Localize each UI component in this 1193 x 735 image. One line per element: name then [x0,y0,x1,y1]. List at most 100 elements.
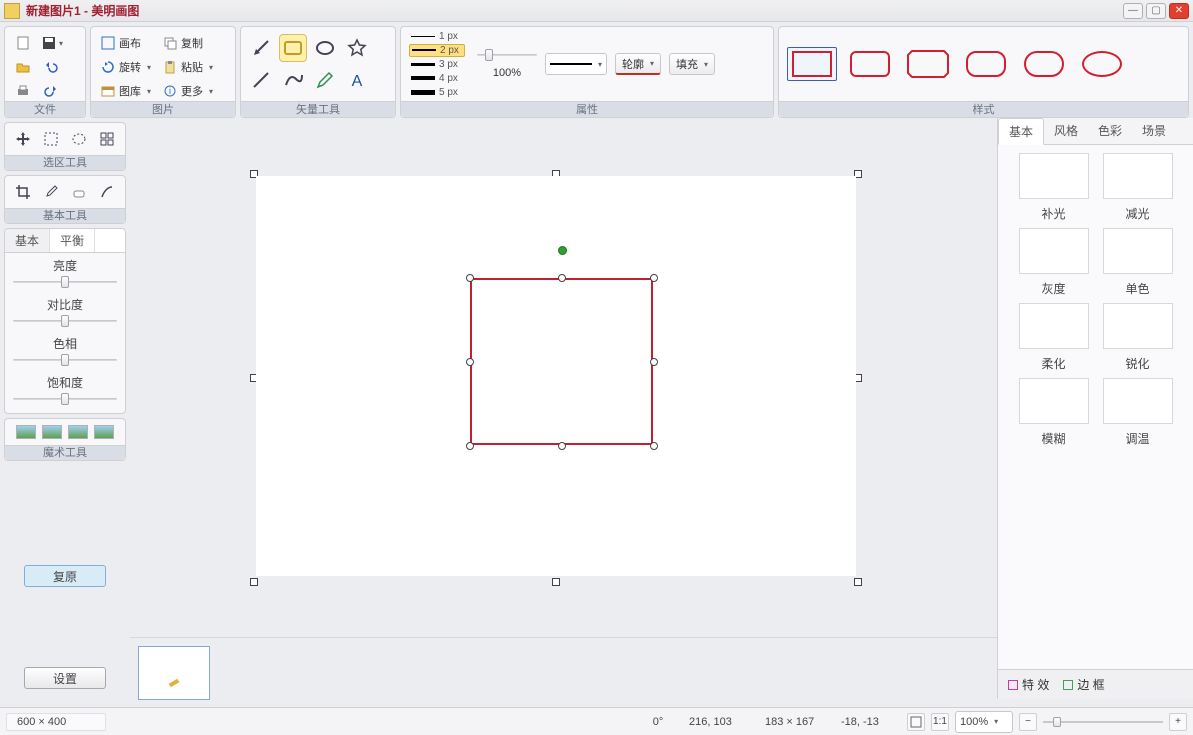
hue-slider[interactable] [13,354,117,366]
fx-item[interactable]: 减光 [1103,153,1173,222]
paste-button[interactable]: 粘贴▾ [158,56,218,78]
pencil-tool-icon[interactable] [311,66,339,94]
curve-tool-icon[interactable] [279,66,307,94]
fill-color-button[interactable]: 填充▾ [669,53,715,75]
maximize-button[interactable]: ▢ [1146,3,1166,19]
rtab-color[interactable]: 色彩 [1088,118,1132,144]
library-button[interactable]: 图库▾ [96,80,156,102]
tab-basic[interactable]: 基本 [5,229,50,253]
magic-preset-1[interactable] [16,425,36,439]
stroke-color-button[interactable]: 轮廓▾ [615,53,661,75]
fx-item[interactable]: 调温 [1103,378,1173,447]
canvas-button[interactable]: 画布 [96,32,156,54]
ribbon-image-group: 画布 旋转▾ 图库▾ 复制 粘贴▾ i更多▾ 图片 [90,26,236,118]
style-rect-chamfer[interactable] [903,47,953,81]
rotation-handle[interactable] [558,246,567,255]
ribbon-image-label: 图片 [91,101,235,117]
style-ellipse[interactable] [1077,47,1127,81]
fx-item[interactable]: 柔化 [1019,303,1089,372]
minimize-button[interactable]: — [1123,3,1143,19]
magic-preset-3[interactable] [68,425,88,439]
save-button[interactable]: ▾ [38,32,66,54]
lasso-select-icon[interactable] [94,128,120,150]
brightness-slider[interactable] [13,276,117,288]
contrast-slider[interactable] [13,315,117,327]
zoom-combo[interactable]: 100%▾ [955,711,1013,733]
ribbon: ▾ 文件 画布 旋转▾ 图库▾ 复制 [0,22,1193,118]
ribbon-attr-label: 属性 [401,101,773,117]
fx-item[interactable]: 单色 [1103,228,1173,297]
text-tool-icon[interactable]: A [343,66,371,94]
eraser-tool-icon[interactable] [66,181,92,203]
copy-button[interactable]: 复制 [158,32,218,54]
rectangle-tool-icon[interactable] [279,34,307,62]
ellipse-select-icon[interactable] [66,128,92,150]
fx-item[interactable]: 锐化 [1103,303,1173,372]
open-button[interactable] [10,56,36,78]
magic-preset-4[interactable] [94,425,114,439]
more-button[interactable]: i更多▾ [158,80,218,102]
app-icon [4,3,20,19]
selected-rectangle[interactable] [470,278,653,445]
svg-text:i: i [169,86,171,96]
saturation-slider[interactable] [13,393,117,405]
actual-size-icon[interactable]: 1:1 [931,713,949,731]
fx-item[interactable]: 补光 [1019,153,1089,222]
style-rect-sharp[interactable] [787,47,837,81]
zoom-out-icon[interactable]: − [1019,713,1037,731]
page-thumbnail[interactable] [138,646,210,700]
fx-item[interactable]: 灰度 [1019,228,1089,297]
new-file-button[interactable] [10,32,36,54]
ribbon-attr-group: 1 px 2 px 3 px 4 px 5 px 100% ▾ 轮廓▾ 填充▾ … [400,26,774,118]
ellipse-tool-icon[interactable] [311,34,339,62]
magic-preset-2[interactable] [42,425,62,439]
opacity-slider[interactable] [477,49,537,61]
basic-tools-group: 基本工具 [4,175,126,224]
status-position: 216, 103 [689,716,759,728]
star-tool-icon[interactable] [343,34,371,62]
ribbon-style-group: 样式 [778,26,1189,118]
stroke-width-list[interactable]: 1 px 2 px 3 px 4 px 5 px [405,30,469,99]
rtab-basic[interactable]: 基本 [998,118,1044,145]
window-title: 新建图片1 - 美明画图 [26,2,139,19]
line-tool-icon[interactable] [247,66,275,94]
style-rect-round1[interactable] [845,47,895,81]
magic-tools-group: 魔术工具 [4,418,126,461]
style-rect-round2[interactable] [961,47,1011,81]
status-selection-size: 183 × 167 [765,716,835,728]
settings-button[interactable]: 设置 [24,667,106,689]
restore-button[interactable]: 复原 [24,565,106,587]
crop-tool-icon[interactable] [10,181,36,203]
rtab-scene[interactable]: 场景 [1132,118,1176,144]
zoom-slider[interactable] [1043,715,1163,729]
ribbon-vector-group: A 矢量工具 [240,26,396,118]
eyedropper-tool-icon[interactable] [38,181,64,203]
undo-button[interactable] [38,56,64,78]
move-tool-icon[interactable] [10,128,36,150]
redo-button[interactable] [38,80,64,102]
fx-item[interactable]: 模糊 [1019,378,1089,447]
tab-balance[interactable]: 平衡 [50,229,95,252]
rect-select-icon[interactable] [38,128,64,150]
filmstrip [130,637,997,707]
left-panel: 选区工具 基本工具 基本 平衡 亮度 对比度 色相 饱和度 [0,118,130,699]
canvas-area[interactable] [130,118,997,699]
opt-effects[interactable]: 特 效 [1008,676,1049,693]
svg-text:A: A [352,73,363,90]
brush-tool-icon[interactable] [94,181,120,203]
style-rect-pill[interactable] [1019,47,1069,81]
rotate-button[interactable]: 旋转▾ [96,56,156,78]
effects-grid: 补光 减光 灰度 单色 柔化 锐化 模糊 调温 [998,145,1193,669]
fit-screen-icon[interactable] [907,713,925,731]
ribbon-file-group: ▾ 文件 [4,26,86,118]
close-button[interactable]: ✕ [1169,3,1189,19]
print-button[interactable] [10,80,36,102]
zoom-label: 100% [493,67,521,79]
line-style-combo[interactable]: ▾ [545,53,607,75]
ribbon-vector-label: 矢量工具 [241,101,395,117]
opt-border[interactable]: 边 框 [1063,676,1104,693]
ribbon-file-label: 文件 [5,101,85,117]
rtab-style[interactable]: 风格 [1044,118,1088,144]
zoom-in-icon[interactable]: + [1169,713,1187,731]
arrow-tool-icon[interactable] [247,34,275,62]
